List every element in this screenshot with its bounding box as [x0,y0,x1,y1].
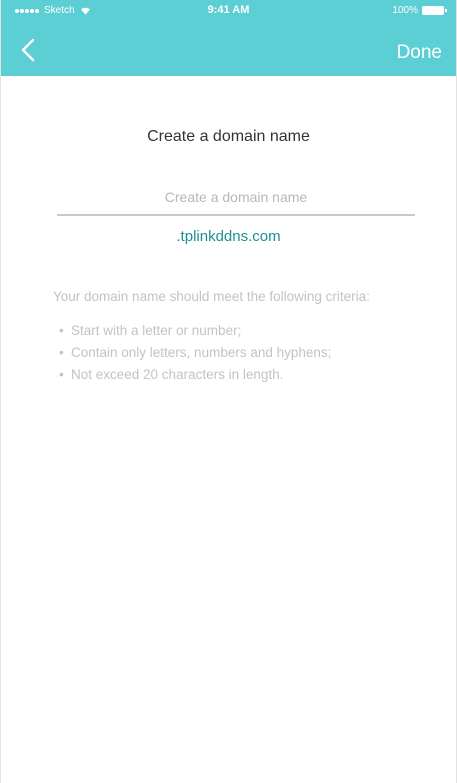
chevron-left-icon [21,38,35,62]
criteria-intro: Your domain name should meet the followi… [53,289,370,304]
status-right: 100% [392,5,447,16]
battery-icon [422,6,447,15]
criteria-section: Your domain name should meet the followi… [53,288,413,388]
done-button[interactable]: Done [397,42,442,64]
criteria-item: Start with a letter or number; [53,322,413,340]
nav-header: Sketch 9:41 AM 100% Done [1,0,456,76]
domain-suffix: .tplinkddns.com [176,228,281,245]
page-title: Create a domain name [147,128,310,145]
screen: Sketch 9:41 AM 100% Done Create a domain… [0,0,457,783]
battery-percent: 100% [392,5,418,16]
criteria-item: Contain only letters, numbers and hyphen… [53,344,413,362]
domain-name-input[interactable] [57,180,415,216]
status-bar: Sketch 9:41 AM 100% [1,0,456,20]
criteria-item: Not exceed 20 characters in length. [53,366,413,384]
status-time: 9:41 AM [207,4,250,16]
criteria-list: Start with a letter or number; Contain o… [53,322,413,384]
back-button[interactable] [21,38,47,66]
